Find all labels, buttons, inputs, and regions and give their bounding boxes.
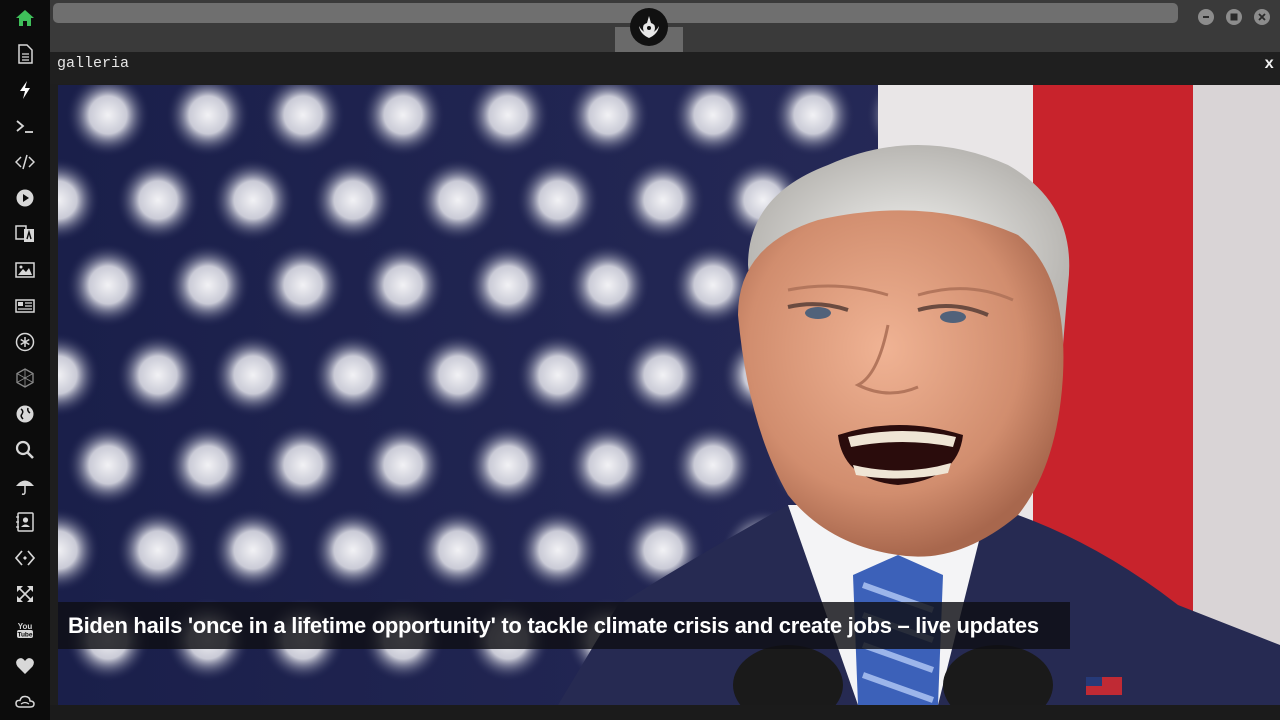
search-icon[interactable] (13, 438, 37, 462)
expand-icon[interactable] (13, 582, 37, 606)
close-window-button[interactable] (1254, 9, 1270, 25)
diamond-code-icon[interactable] (13, 546, 37, 570)
top-bar (50, 0, 1280, 52)
bolt-icon[interactable] (13, 78, 37, 102)
photo-caption: Biden hails 'once in a lifetime opportun… (58, 602, 1070, 649)
panel-close-button[interactable]: x (1264, 55, 1274, 73)
asterisk-icon[interactable] (13, 330, 37, 354)
news-icon[interactable] (13, 294, 37, 318)
umbrella-icon[interactable] (13, 474, 37, 498)
home-icon[interactable] (13, 6, 37, 30)
youtube-icon[interactable]: You Tube (13, 618, 37, 642)
translate-icon[interactable] (13, 222, 37, 246)
terminal-icon[interactable] (13, 114, 37, 138)
play-icon[interactable] (13, 186, 37, 210)
rebel-alliance-icon[interactable] (630, 8, 668, 46)
maximize-button[interactable] (1226, 9, 1242, 25)
code-icon[interactable] (13, 150, 37, 174)
image-icon[interactable] (13, 258, 37, 282)
panel-header: galleria x (50, 52, 1280, 84)
minimize-button[interactable] (1198, 9, 1214, 25)
contact-icon[interactable] (13, 510, 37, 534)
caption-text: Biden hails 'once in a lifetime opportun… (68, 612, 1039, 638)
globe-icon[interactable] (13, 402, 37, 426)
heart-icon[interactable] (13, 654, 37, 678)
panel-title: galleria (57, 55, 130, 72)
address-bar[interactable] (53, 3, 1178, 23)
svg-text:Tube: Tube (17, 632, 32, 639)
network-icon[interactable] (13, 366, 37, 390)
file-icon[interactable] (13, 42, 37, 66)
sidebar: You Tube (0, 0, 50, 720)
bottom-strip (50, 705, 1280, 720)
svg-text:You: You (18, 622, 33, 631)
cloud-icon[interactable] (13, 690, 37, 714)
